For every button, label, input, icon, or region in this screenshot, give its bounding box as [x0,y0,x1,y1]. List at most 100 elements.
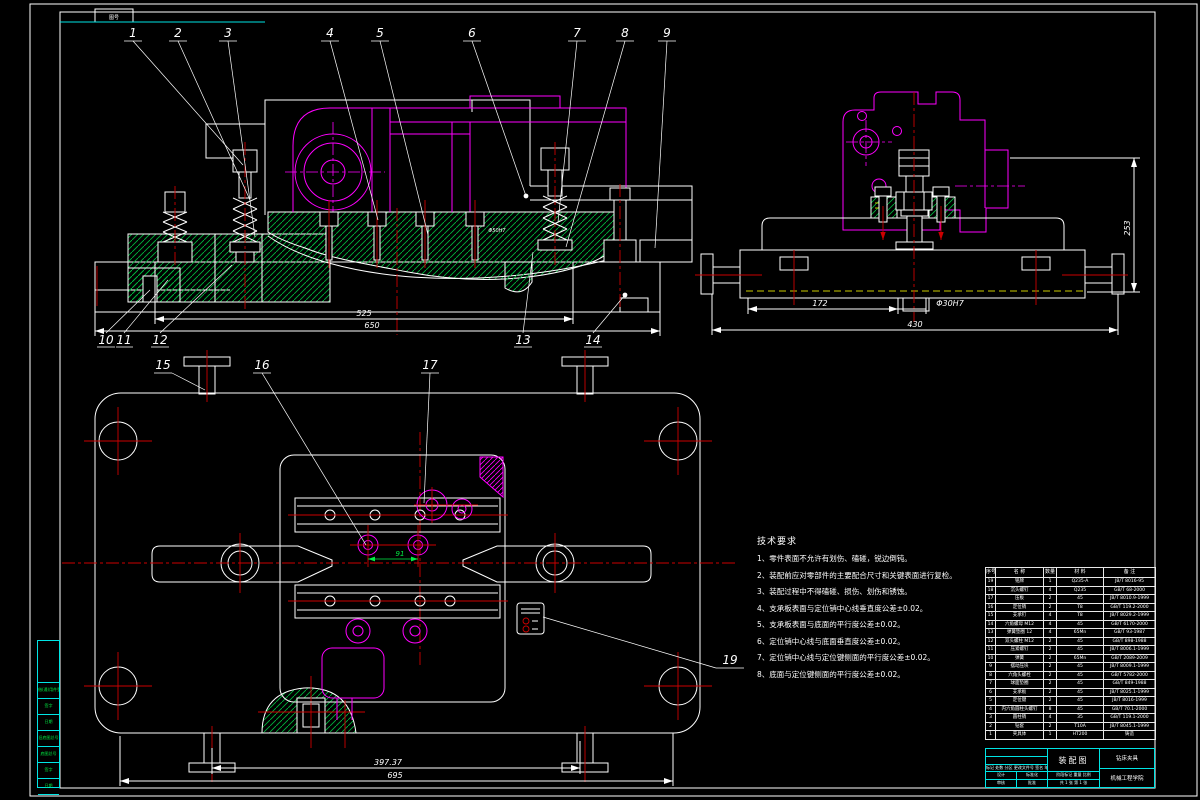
bom-cell-material: HT200 [1056,730,1104,740]
balloon-17: 17 [422,358,438,372]
bom-cell-material: 45 [1056,687,1104,697]
bom-cell-note: GB/T 119.2-2000 [1103,602,1156,612]
signature-strip-cell: 日期 [38,715,59,731]
bom-cell-qty: 2 [1043,594,1057,604]
bom-cell-note: JB/T 8025.1-1999 [1103,687,1156,697]
bom-cell-note: GB/T 119.1-2000 [1103,713,1156,723]
balloon-1: 1 [129,26,137,40]
bom-cell-material: 45 [1056,662,1104,672]
bom-cell-note: JB/T 8045.1-1999 [1103,721,1156,731]
bom-row: 9 摆动压块 2 45 JB/T 8009.1-1999 [985,662,1156,672]
tech-note-line: 2、装配前应对零部件的主要配合尺寸和关键表面进行复检。 [757,570,957,580]
bom-cell-note: GB/T 5782-2000 [1103,670,1156,680]
bom-cell-material: T8 [1056,611,1104,621]
bom-row: 14 六角螺母 M12 4 45 GB/T 6170-2000 [985,619,1156,629]
bom-cell-no: 11 [985,645,996,655]
bom-cell-note: GB/T 93-1987 [1103,628,1156,638]
bom-cell-note: GB/T 898-1988 [1103,636,1156,646]
plan-dimensions: 397.37 695 [119,733,674,786]
balloon-12: 12 [152,333,167,347]
bom-cell-qty: 2 [1043,696,1057,706]
balloon-10: 10 [98,333,114,347]
bom-row: 4 内六角圆柱头螺钉 8 45 GB/T 70.1-2000 [985,704,1156,714]
bom-cell-qty: 2 [1043,662,1057,672]
bom-cell-note: GB/T 6170-2000 [1103,619,1156,629]
signature-strip-cell: 签字 [38,763,59,779]
side-dim-total: 430 [907,320,922,329]
title-block: 标记 处数 分区 更改文件号 签名 年月日 设计 标准化 审核 批准 装配图 阶… [985,748,1155,788]
bom-cell-material: 45 [1056,594,1104,604]
signature-strip-cell: 日期 [38,779,59,795]
bom-row: 13 弹簧垫圈 12 4 65Mn GB/T 93-1987 [985,628,1156,638]
bom-cell-name: 圆柱销 [995,713,1044,723]
side-clamp-bolt [895,149,934,250]
tech-note-line: 1、零件表面不允许有划伤、磕碰，锐边倒钝。 [757,554,912,563]
bom-cell-no: 7 [985,679,996,689]
bom-cell-qty: 8 [1043,704,1057,714]
bom-row: 8 六角头螺栓 2 45 GB/T 5782-2000 [985,670,1156,680]
plan-view: 91 397.37 695 15 16 17 19 [62,350,744,786]
bom-cell-name: 压板 [995,594,1044,604]
bom-cell-name: 定位销 [995,602,1044,612]
plan-dim-total: 695 [387,771,402,780]
bom-cell-material: 45 [1056,645,1104,655]
bom-cell-qty: 4 [1043,713,1057,723]
bom-header-note: 备 注 [1103,567,1156,578]
bom-cell-no: 8 [985,670,996,680]
bom-cell-note: GB/T 2089-2009 [1103,653,1156,663]
bom-cell-note: 铸造 [1103,730,1156,740]
bom-header-material: 材 料 [1056,567,1104,578]
tech-note-line: 5、支承板表面与底面的平行度公差±0.02。 [757,620,905,629]
bom-cell-name: 摆动压块 [995,662,1044,672]
balloon-3: 3 [224,26,232,40]
bom-cell-note: GB/T 68-2000 [1103,585,1156,595]
tech-note-line: 6、定位销中心线与底面垂直度公差±0.02。 [757,636,905,646]
tech-notes-title: 技术要求 [757,537,798,547]
bom-cell-name: 双头螺柱 M12 [995,636,1044,646]
bom-cell-name: 六角螺母 M12 [995,619,1044,629]
bom-row: 1 夹具体 1 HT200 铸造 [985,730,1156,740]
front-dim-inner: 525 [356,309,371,318]
bom-header-no: 序号 [985,567,996,578]
bom-cell-no: 13 [985,628,996,638]
title-block-code: 钻床夹具 [1100,749,1154,769]
bom-cell-name: 铭牌 [995,577,1044,587]
bom-header-qty: 数量 [1043,567,1057,578]
bom-cell-material: Q235 [1056,585,1104,595]
bom-row: 10 弹簧 2 65Mn GB/T 2089-2009 [985,653,1156,663]
bom-cell-qty: 2 [1043,653,1057,663]
title-block-sheet: 共 1 张 第 1 张 [1059,780,1088,785]
bom-cell-name: 内六角圆柱头螺钉 [995,704,1044,714]
bom-cell-name: 弹簧 [995,653,1044,663]
upper-clamp-bar [288,456,508,533]
bom-cell-note: JB/T 8006.1-1999 [1103,645,1156,655]
title-block-design: 设计 [986,772,1017,779]
bom-cell-qty: 4 [1043,619,1057,629]
bom-cell-note: JB/T 8029.2-1999 [1103,611,1156,621]
plan-dim-pin-span: 91 [396,550,405,558]
side-view: 172 Φ30H7 430 253 [695,91,1140,335]
bom-cell-name: 球面垫圈 [995,679,1044,689]
bom-cell-no: 1 [985,730,996,740]
balloon-13: 13 [515,333,530,347]
bom-cell-material: 65Mn [1056,628,1104,638]
bom-cell-material: 45 [1056,679,1104,689]
cad-drawing-canvas: 图号 525 650 Φ50H7 1 2 3 4 5 6 7 8 9 10 11… [0,0,1200,800]
bom-cell-name: 弹簧垫圈 12 [995,628,1044,638]
bom-cell-qty: 2 [1043,721,1057,731]
bom-header-row: 序号 名 称 数量 材 料 备 注 [985,567,1156,578]
balloon-11: 11 [116,333,131,347]
title-block-stage: 阶段标记 重量 比例 [1048,772,1099,780]
bom-cell-note: GB/T 849-1988 [1103,679,1156,689]
signature-strip-cell: 借(通)用件登记 [38,683,59,699]
bom-cell-no: 3 [985,713,996,723]
tech-note-line: 4、支承板表面与定位销中心线垂直度公差±0.02。 [757,603,928,613]
bom-cell-material: T8 [1056,602,1104,612]
signature-strip-cell: 底图总号 [38,747,59,763]
balloon-15: 15 [155,358,170,372]
title-block-approve: 批准 [1028,780,1036,785]
signature-strip-cell: 签字 [38,699,59,715]
bom-row: 11 压紧螺钉 2 45 JB/T 8006.1-1999 [985,645,1156,655]
bom-cell-material: 45 [1056,670,1104,680]
plan-dim-post-span: 397.37 [374,758,403,767]
